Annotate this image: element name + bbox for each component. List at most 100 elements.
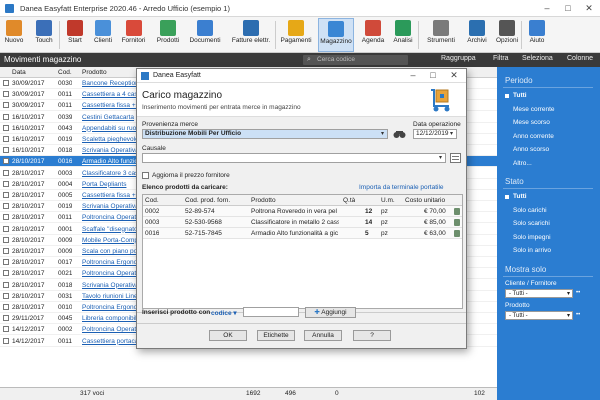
trash-icon[interactable] (454, 230, 460, 237)
row-product-link[interactable]: Poltroncina Operativa (82, 214, 137, 221)
row-product-link[interactable]: Cassettiera a 4 cass (82, 91, 137, 98)
toolbar-aiuto-button[interactable]: Aiuto (526, 18, 548, 52)
raggruppa-button[interactable]: Raggruppa (441, 55, 476, 62)
minimize-icon[interactable]: – (405, 70, 421, 80)
row-product-link[interactable]: Tavolo riunioni Line (82, 293, 137, 300)
row-checkbox[interactable] (3, 281, 9, 288)
row-checkbox[interactable] (3, 124, 9, 131)
row-product-link[interactable]: Poltroncina Operati (82, 270, 137, 277)
row-product-link[interactable]: Armadio Alto funzion (82, 158, 137, 165)
toolbar-analisi-button[interactable]: Analisi (390, 18, 416, 52)
row-checkbox[interactable] (3, 180, 9, 187)
filter-anno-corrente[interactable]: Anno corrente (513, 133, 554, 140)
help-button[interactable]: ? (353, 330, 391, 341)
product-row[interactable]: 0016 52-715-7845 Armadio Alto funzionalità… (143, 228, 462, 239)
row-product-link[interactable]: Libreria componibile (82, 315, 137, 322)
row-product-link[interactable]: Poltroncina Ergono (82, 304, 137, 311)
row-checkbox[interactable] (3, 214, 9, 221)
row-checkbox[interactable] (3, 136, 9, 142)
product-costo[interactable]: € 63,00 (424, 230, 446, 237)
row-product-link[interactable]: Poltroncina Operativ (82, 326, 137, 333)
row-checkbox[interactable] (3, 158, 9, 165)
row-product-link[interactable]: Cassettiera portacar (82, 338, 137, 345)
toolbar-fornitori-button[interactable]: Fornitori (118, 18, 149, 52)
row-checkbox[interactable] (3, 169, 9, 176)
row-product-link[interactable]: Poltroncina Ergono (82, 259, 137, 266)
row-product-link[interactable]: Scrivania Operativa (82, 282, 137, 289)
close-icon[interactable]: ✕ (446, 70, 462, 81)
etichette-button[interactable]: Etichette (257, 330, 295, 341)
row-product-link[interactable]: Scaffale "disegnatore (82, 226, 137, 233)
row-checkbox[interactable] (3, 304, 9, 310)
trash-icon[interactable] (454, 208, 460, 215)
row-product-link[interactable]: Appendabiti su ruote (82, 125, 137, 132)
row-product-link[interactable]: Scrivania Operativa (82, 203, 137, 210)
toolbar-strumenti-button[interactable]: Strumenti (423, 18, 459, 52)
row-product-link[interactable]: Cassettiera fissa + V (82, 192, 137, 199)
toolbar-nuovo-button[interactable]: Nuovo (2, 18, 26, 52)
row-checkbox[interactable] (3, 248, 9, 254)
toolbar-documenti-button[interactable]: Documenti (187, 18, 223, 52)
row-checkbox[interactable] (3, 102, 9, 109)
row-checkbox[interactable] (3, 259, 9, 266)
toolbar-start-button[interactable]: Start (64, 18, 86, 52)
seleziona-button[interactable]: Seleziona (522, 55, 553, 62)
annulla-button[interactable]: Annulla (304, 330, 342, 341)
filter-solo-impegni[interactable]: Solo impegni (513, 234, 551, 241)
col-cod[interactable]: Cod. (58, 69, 72, 76)
row-checkbox[interactable] (3, 270, 9, 277)
more-icon[interactable]: •• (576, 312, 586, 319)
row-checkbox[interactable] (3, 147, 9, 154)
toolbar-opzioni-button[interactable]: Opzioni (494, 18, 520, 52)
filter-anno-scorso[interactable]: Anno scorso (513, 146, 549, 153)
maximize-icon[interactable]: □ (425, 70, 441, 80)
product-row[interactable]: 0002 52-89-574 Poltrona Roveredo in vera p… (143, 206, 462, 217)
toolbar-pagamenti-button[interactable]: Pagamenti (280, 18, 312, 52)
aggiorna-prezzo-checkbox[interactable] (142, 172, 149, 179)
product-qty[interactable]: 12 (365, 208, 372, 215)
more-icon[interactable]: •• (576, 290, 586, 297)
minimize-icon[interactable]: – (539, 3, 555, 13)
trash-icon[interactable] (454, 219, 460, 226)
binoculars-icon[interactable] (393, 129, 406, 139)
importa-link[interactable]: Importa da terminale portatile (359, 184, 444, 191)
filter-solo-in-arrivo[interactable]: Solo in arrivo (513, 247, 551, 254)
causale-select[interactable] (142, 153, 446, 163)
row-product-link[interactable]: Classificatore 3 cass (82, 170, 137, 177)
calendar-dropdown-icon[interactable]: ▾ (450, 130, 453, 137)
row-product-link[interactable]: Cassettiera fissa + V (82, 102, 137, 109)
row-product-link[interactable]: Mobile Porta-Compute (82, 237, 137, 244)
row-checkbox[interactable] (3, 192, 9, 198)
inserisci-prodotto-input[interactable] (243, 307, 299, 317)
search-input[interactable]: ⌕ Cerca codice (303, 55, 408, 65)
filter-mese-corrente[interactable]: Mese corrente (513, 106, 555, 113)
toolbar-fatture-elettr-button[interactable]: Fatture elettr. (228, 18, 274, 52)
aggiungi-button[interactable]: ✚ Aggiungi (305, 307, 356, 318)
product-costo[interactable]: € 70,00 (424, 208, 446, 215)
product-qty[interactable]: 5 (365, 230, 369, 237)
row-checkbox[interactable] (3, 315, 9, 322)
close-icon[interactable]: ✕ (581, 3, 597, 14)
row-checkbox[interactable] (3, 91, 9, 98)
filter-solo-carichi[interactable]: Solo carichi (513, 207, 547, 214)
ok-button[interactable]: OK (209, 330, 247, 341)
col-prodotto[interactable]: Prodotto (82, 69, 107, 76)
row-checkbox[interactable] (3, 80, 9, 86)
toolbar-agenda-button[interactable]: Agenda (360, 18, 386, 52)
row-product-link[interactable]: Porta Depliants (82, 181, 137, 188)
row-checkbox[interactable] (3, 337, 9, 344)
maximize-icon[interactable]: □ (560, 3, 576, 13)
filter-solo-scarichi[interactable]: Solo scarichi (513, 220, 550, 227)
product-costo[interactable]: € 85,00 (424, 219, 446, 226)
toolbar-archivi-button[interactable]: Archivi (464, 18, 490, 52)
prodotto-select[interactable]: - Tutti - ▾ (505, 311, 573, 320)
row-checkbox[interactable] (3, 113, 9, 120)
cliente-select[interactable]: - Tutti - ▾ (505, 289, 573, 298)
filtra-button[interactable]: Filtra (493, 55, 509, 62)
colonne-button[interactable]: Colonne (567, 55, 593, 62)
filter-tutti[interactable]: Tutti (513, 193, 527, 200)
row-checkbox[interactable] (3, 326, 9, 333)
col-data[interactable]: Data (12, 69, 26, 76)
filter-altro[interactable]: Altro... (513, 160, 532, 167)
row-checkbox[interactable] (3, 236, 9, 243)
